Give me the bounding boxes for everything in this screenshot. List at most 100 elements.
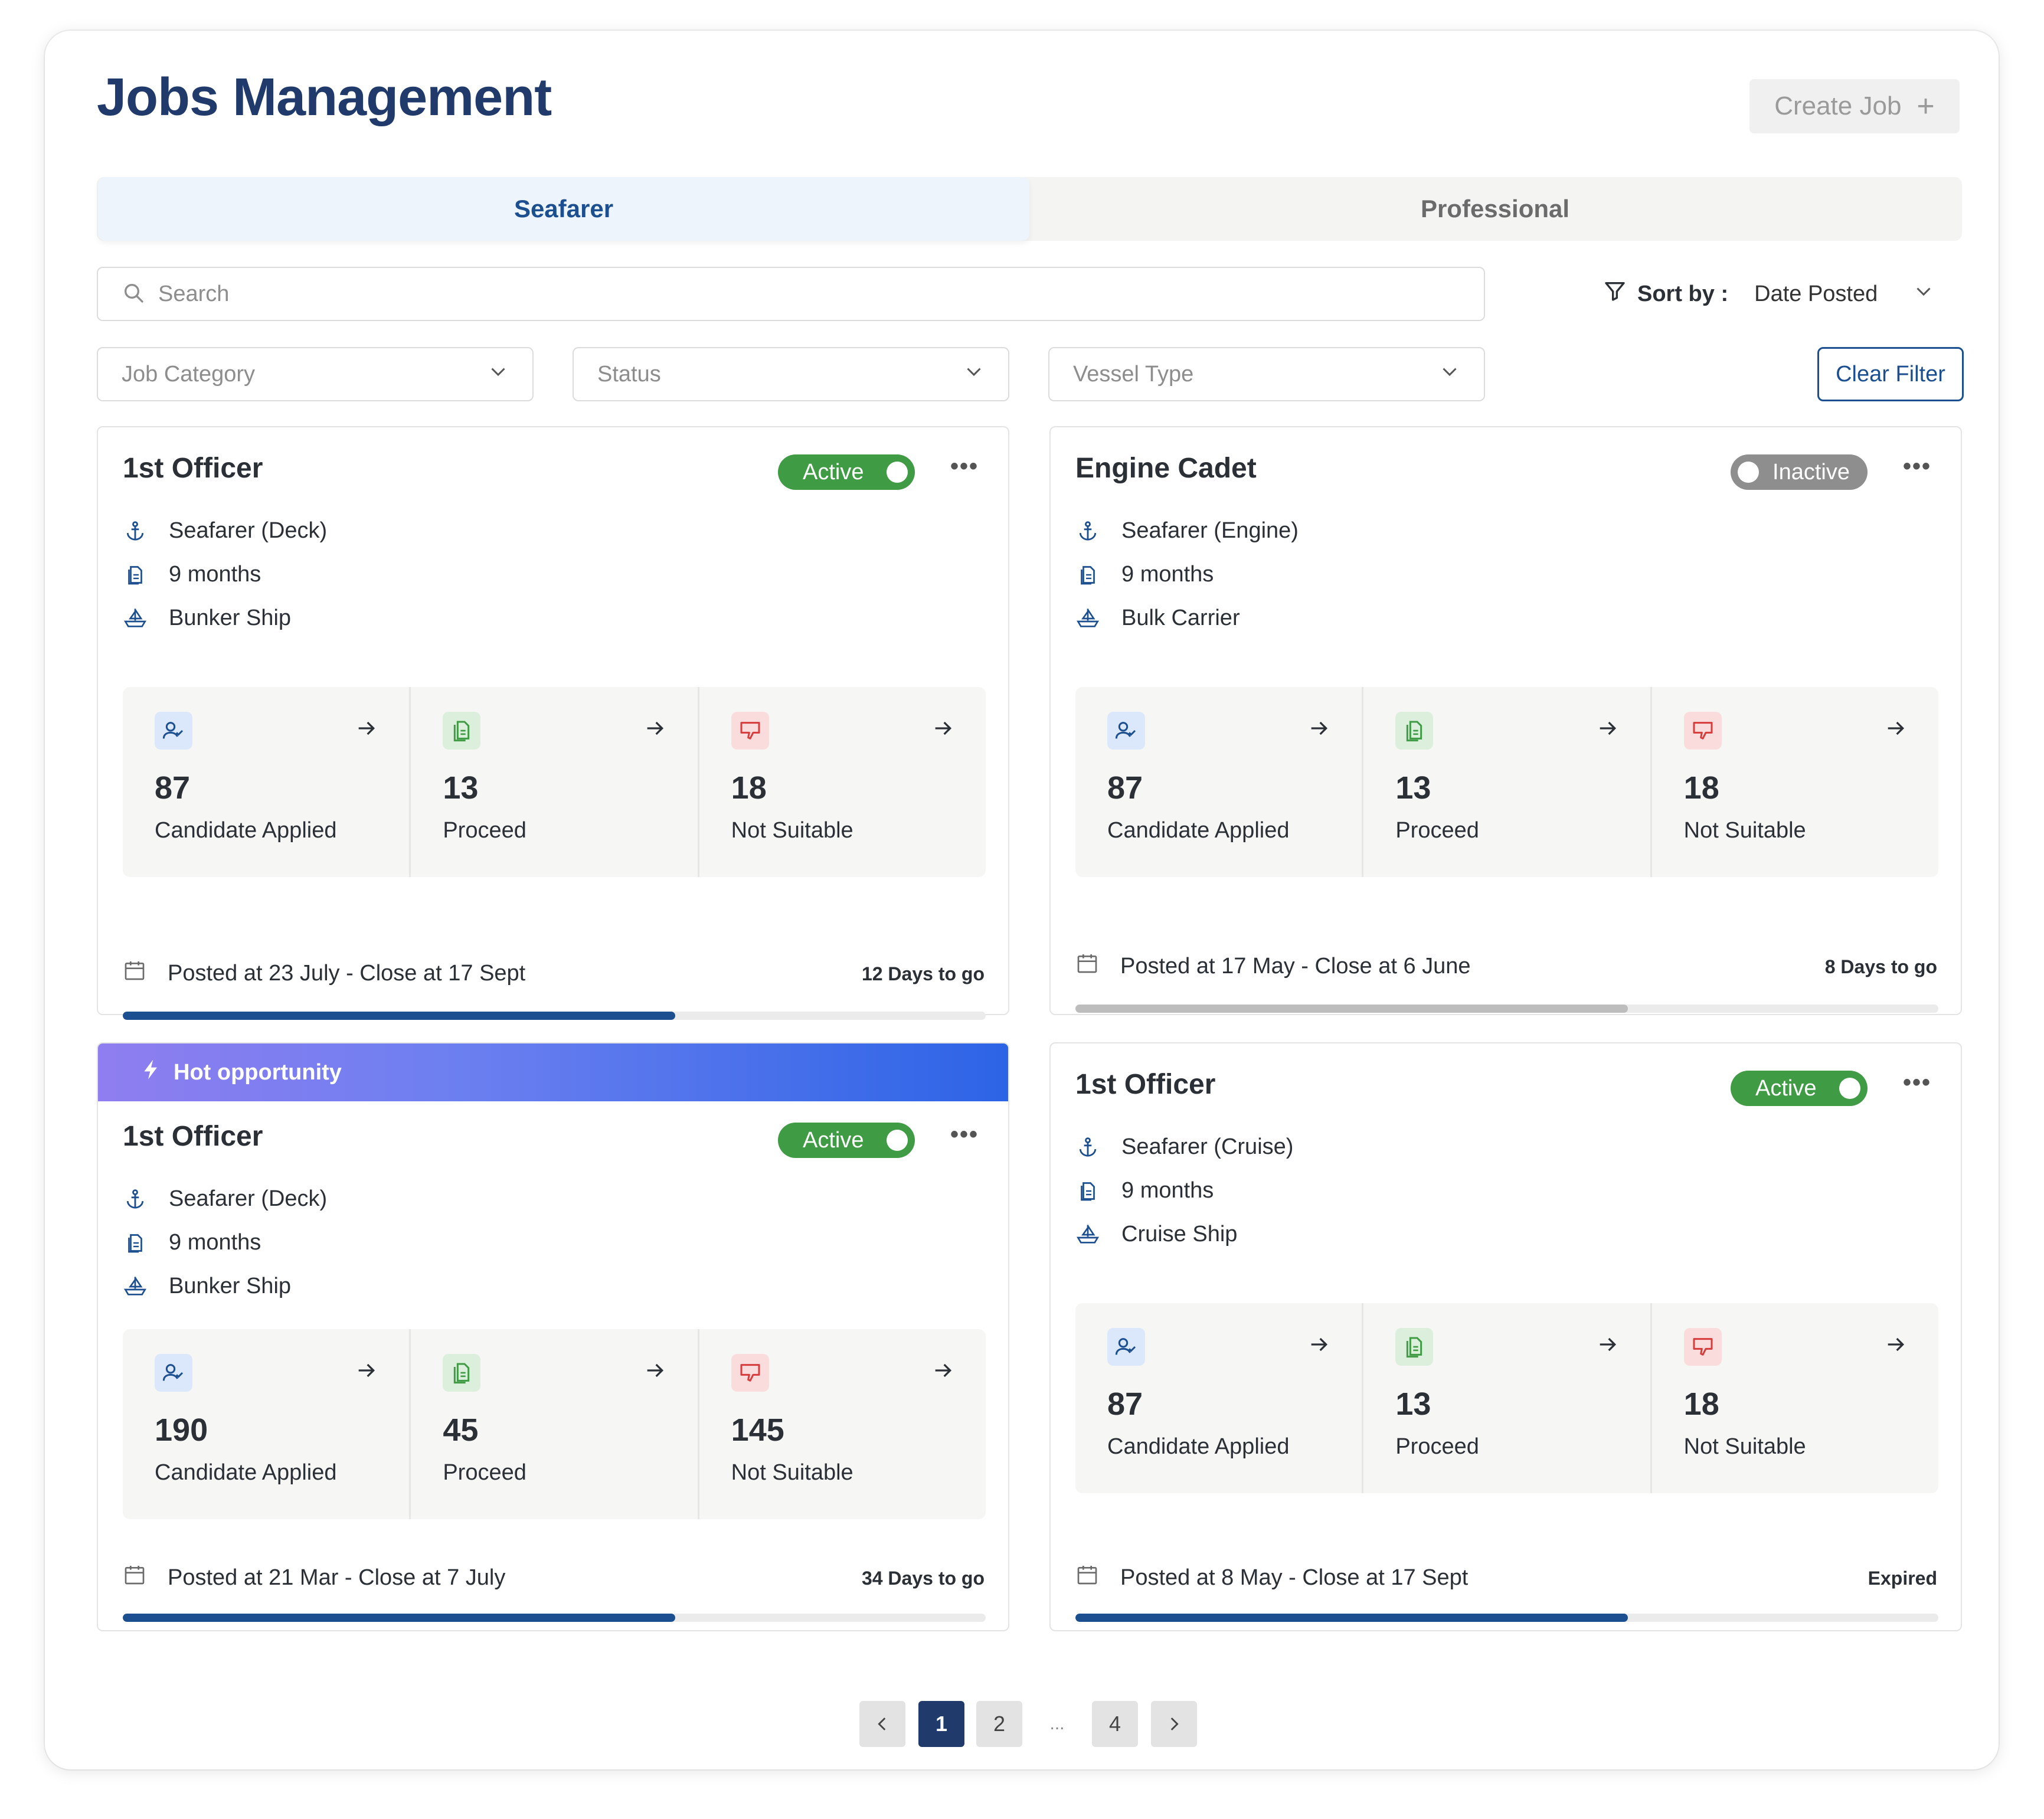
job-card[interactable]: 1st Officer Active ••• Seafarer (Deck) 9… <box>97 426 1009 1020</box>
ship-icon <box>123 607 148 630</box>
vessel-type: Bulk Carrier <box>1075 606 1240 631</box>
stat-value: 18 <box>1683 1386 1719 1422</box>
not-suitable-stat[interactable]: 18 Not Suitable <box>699 687 986 877</box>
arrow-right-icon[interactable] <box>1307 1333 1331 1359</box>
not-suitable-stat[interactable]: 18 Not Suitable <box>1652 687 1938 877</box>
clear-filter-button[interactable]: Clear Filter <box>1817 347 1964 401</box>
status-toggle[interactable]: Inactive <box>1731 454 1868 490</box>
create-job-label: Create Job <box>1774 91 1902 120</box>
progress-fill <box>123 1614 675 1622</box>
job-category-select[interactable]: Job Category <box>97 347 534 401</box>
candidates-applied-stat[interactable]: 87 Candidate Applied <box>1075 1303 1364 1493</box>
status-toggle[interactable]: Active <box>1731 1071 1868 1106</box>
arrow-right-icon[interactable] <box>931 1359 955 1385</box>
posted-info: Posted at 21 Mar - Close at 7 July <box>123 1563 505 1592</box>
job-card[interactable]: Engine Cadet Inactive ••• Seafarer (Engi… <box>1049 426 1962 1015</box>
page-button-2[interactable]: 2 <box>976 1701 1022 1747</box>
arrow-right-icon[interactable] <box>1596 717 1620 743</box>
job-duration: 9 months <box>1075 1178 1214 1203</box>
proceed-stat[interactable]: 13 Proceed <box>1363 687 1652 877</box>
candidates-applied-stat[interactable]: 87 Candidate Applied <box>123 687 411 877</box>
document-icon <box>1395 1328 1434 1366</box>
status-label: Active <box>803 1127 864 1153</box>
arrow-right-icon[interactable] <box>643 717 667 743</box>
document-icon <box>1075 1179 1100 1203</box>
more-options-icon[interactable]: ••• <box>1903 1069 1931 1096</box>
thumbs-down-icon <box>1683 1328 1722 1366</box>
job-card[interactable]: Hot opportunity 1st Officer Active ••• S… <box>97 1042 1009 1631</box>
candidates-applied-stat[interactable]: 87 Candidate Applied <box>1075 687 1364 877</box>
job-duration: 9 months <box>123 1230 261 1255</box>
status-select[interactable]: Status <box>573 347 1009 401</box>
next-page-button[interactable] <box>1151 1701 1197 1747</box>
stat-value: 87 <box>1107 1386 1143 1422</box>
toggle-knob <box>887 1130 908 1151</box>
duration-text: 9 months <box>169 1230 261 1255</box>
search-input[interactable] <box>158 281 1221 307</box>
chevron-down-icon[interactable] <box>1913 280 1934 307</box>
vessel-type-select[interactable]: Vessel Type <box>1048 347 1485 401</box>
stat-value: 45 <box>443 1412 479 1448</box>
arrow-right-icon[interactable] <box>643 1359 667 1385</box>
prev-page-button[interactable] <box>859 1701 905 1747</box>
search-box[interactable] <box>97 267 1485 321</box>
arrow-right-icon[interactable] <box>1596 1333 1620 1359</box>
anchor-icon <box>1075 1136 1100 1159</box>
stat-label: Candidate Applied <box>1107 1434 1290 1459</box>
vessel-text: Cruise Ship <box>1121 1222 1238 1247</box>
progress-fill <box>123 1012 675 1020</box>
stat-value: 18 <box>1683 770 1719 806</box>
progress-fill <box>1075 1614 1628 1622</box>
more-options-icon[interactable]: ••• <box>950 1121 979 1148</box>
job-card[interactable]: 1st Officer Active ••• Seafarer (Cruise)… <box>1049 1042 1962 1631</box>
job-category: Seafarer (Deck) <box>123 1186 327 1212</box>
days-remaining: 12 Days to go <box>861 963 985 984</box>
tab-professional[interactable]: Professional <box>1029 177 1961 241</box>
sort-value[interactable]: Date Posted <box>1754 282 1878 307</box>
job-title: 1st Officer <box>123 1121 263 1152</box>
proceed-stat[interactable]: 13 Proceed <box>411 687 699 877</box>
vessel-type: Cruise Ship <box>1075 1222 1237 1247</box>
page-title: Jobs Management <box>97 68 552 127</box>
page-button-1[interactable]: 1 <box>918 1701 964 1747</box>
tab-seafarer[interactable]: Seafarer <box>98 177 1029 241</box>
job-category: Seafarer (Deck) <box>123 518 327 544</box>
not-suitable-stat[interactable]: 145 Not Suitable <box>699 1329 986 1519</box>
app-window: Jobs Management Create Job + Seafarer Pr… <box>45 31 1999 1769</box>
arrow-right-icon[interactable] <box>355 717 378 743</box>
job-title: 1st Officer <box>1075 1069 1216 1100</box>
arrow-right-icon[interactable] <box>355 1359 378 1385</box>
status-label: Active <box>1755 1075 1817 1101</box>
tab-bar: Seafarer Professional <box>97 177 1962 241</box>
candidates-applied-stat[interactable]: 190 Candidate Applied <box>123 1329 411 1519</box>
proceed-stat[interactable]: 13 Proceed <box>1363 1303 1652 1493</box>
page-button-4[interactable]: 4 <box>1092 1701 1138 1747</box>
hot-opportunity-label: Hot opportunity <box>174 1059 342 1085</box>
posted-info: Posted at 23 July - Close at 17 Sept <box>123 958 525 988</box>
more-options-icon[interactable]: ••• <box>950 453 979 480</box>
sort-control[interactable]: Sort by : Date Posted <box>1603 267 1969 321</box>
document-icon <box>443 1354 481 1392</box>
proceed-stat[interactable]: 45 Proceed <box>411 1329 699 1519</box>
progress-bar <box>1075 1005 1938 1013</box>
vessel-text: Bunker Ship <box>169 606 292 630</box>
more-options-icon[interactable]: ••• <box>1903 453 1931 480</box>
job-category: Seafarer (Cruise) <box>1075 1134 1293 1160</box>
posted-info: Posted at 8 May - Close at 17 Sept <box>1075 1563 1468 1592</box>
toggle-knob <box>887 462 908 483</box>
stats-panel: 87 Candidate Applied 13 Proceed 18 Not S… <box>1075 1303 1938 1493</box>
arrow-right-icon[interactable] <box>1884 717 1908 743</box>
status-toggle[interactable]: Active <box>778 454 915 490</box>
vessel-type: Bunker Ship <box>123 1274 291 1299</box>
stat-value: 145 <box>731 1412 784 1448</box>
anchor-icon <box>123 1187 148 1211</box>
days-remaining: 8 Days to go <box>1824 956 1937 977</box>
not-suitable-stat[interactable]: 18 Not Suitable <box>1652 1303 1938 1493</box>
status-toggle[interactable]: Active <box>778 1123 915 1158</box>
arrow-right-icon[interactable] <box>1307 717 1331 743</box>
create-job-button[interactable]: Create Job + <box>1749 79 1960 133</box>
sort-label: Sort by : <box>1637 281 1729 306</box>
arrow-right-icon[interactable] <box>931 717 955 743</box>
document-icon <box>123 1231 148 1255</box>
arrow-right-icon[interactable] <box>1884 1333 1908 1359</box>
